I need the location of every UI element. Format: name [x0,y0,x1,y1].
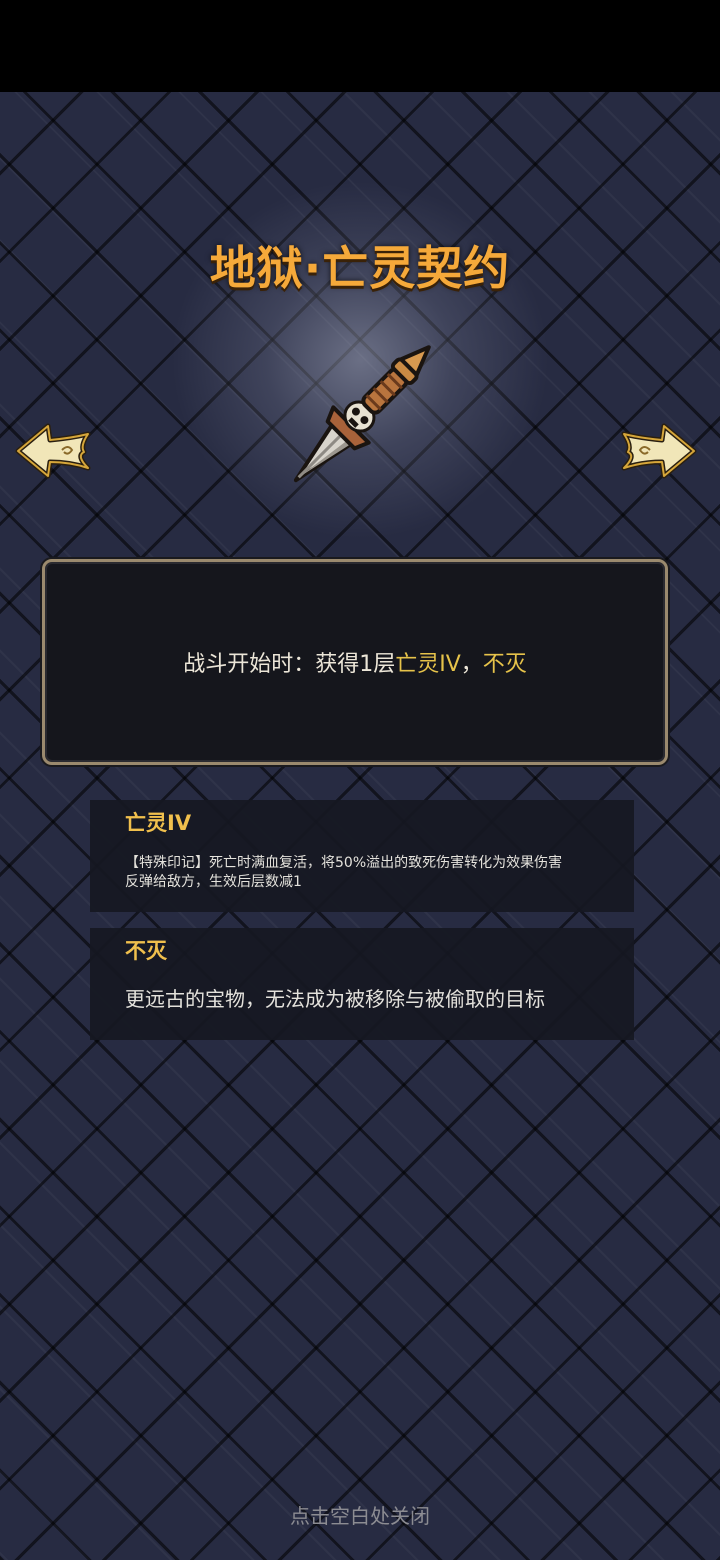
keyword-name: 不灭 [125,939,167,963]
effect-text: 战斗开始时：获得1层亡灵IV，不灭 [183,646,527,678]
right-arrow-icon [621,423,697,479]
effect-description-panel: 战斗开始时：获得1层亡灵IV，不灭 [42,559,668,765]
keyword-description: 更远古的宝物，无法成为被移除与被偷取的目标 [125,987,545,1011]
keyword-immortal: 不灭 [482,652,527,677]
effect-prefix: 战斗开始时：获得1层 [183,652,396,677]
keyword-card-immortal: 不灭 更远古的宝物，无法成为被移除与被偷取的目标 [90,928,634,1040]
keyword-name: 亡灵IV [125,811,192,835]
keyword-description-line2: 反弹给敌方，生效后层数减1 [125,874,302,890]
previous-item-button[interactable] [14,420,94,482]
next-item-button[interactable] [618,420,698,482]
keyword-description-line1: 【特殊印记】死亡时满血复活，将50%溢出的致死伤害转化为效果伤害 [125,855,563,871]
close-hint: 点击空白处关闭 [290,1504,430,1528]
skull-dagger-icon [268,318,458,508]
effect-separator: ， [460,652,483,677]
status-bar-area [0,0,720,92]
keyword-card-undead: 亡灵IV 【特殊印记】死亡时满血复活，将50%溢出的致死伤害转化为效果伤害 反弹… [90,800,634,912]
keyword-description: 【特殊印记】死亡时满血复活，将50%溢出的致死伤害转化为效果伤害 反弹给敌方，生… [125,854,600,892]
left-arrow-icon [15,423,91,479]
item-title: 地狱·亡灵契约 [209,241,511,295]
keyword-undead-iv: 亡灵IV [395,652,461,677]
